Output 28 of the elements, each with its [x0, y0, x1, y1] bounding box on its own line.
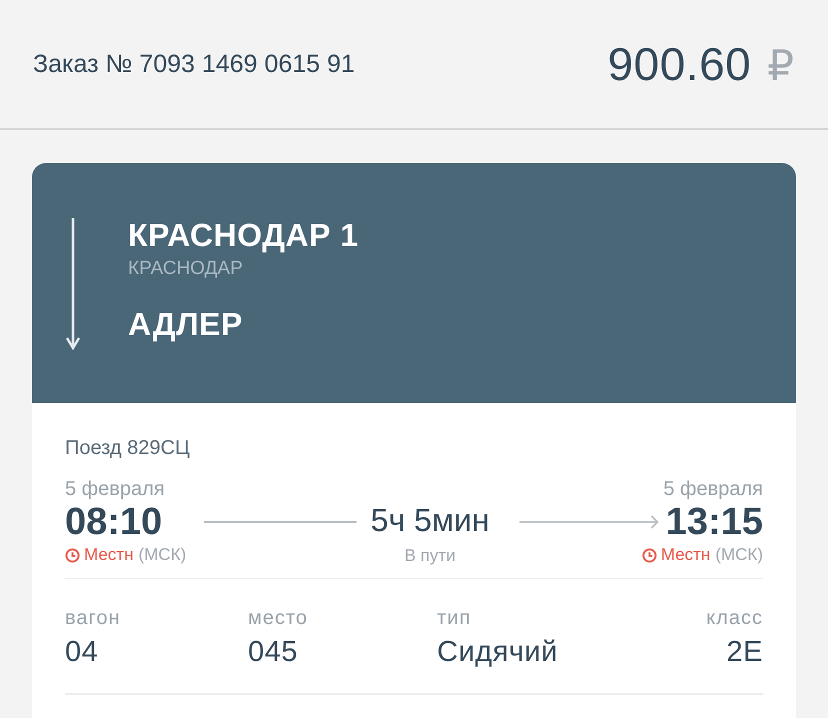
train-number: Поезд 829СЦ — [65, 436, 191, 460]
time-zone: (МСК) — [138, 545, 186, 565]
down-arrow-icon — [65, 218, 81, 350]
time-zone: (МСК) — [715, 545, 763, 565]
detail-value: 04 — [65, 636, 100, 669]
detail-label: место — [248, 607, 309, 630]
detail-value: Сидячий — [437, 636, 559, 669]
travel-duration: 5ч 5мин — [370, 501, 490, 540]
detail-value: 2Е — [726, 636, 763, 669]
time-zone-label: Местн — [660, 545, 710, 565]
order-number: Заказ № 7093 1469 0615 91 — [33, 50, 355, 78]
detail-value: 045 — [248, 636, 299, 669]
clock-icon — [65, 548, 80, 562]
time-zone-label: Местн — [84, 545, 134, 565]
detail-label: тип — [437, 607, 472, 630]
time: 13:15 — [666, 501, 763, 543]
station-name: АДЛЕР — [128, 306, 244, 343]
order-price: 900.60 — [608, 37, 752, 91]
clock-icon — [642, 548, 657, 562]
city-name: КРАСНОДАР — [128, 258, 244, 280]
date: 5 февраля — [65, 478, 166, 501]
date: 5 февраля — [663, 478, 763, 501]
station-name: КРАСНОДАР 1 — [128, 217, 358, 254]
detail-label: вагон — [65, 607, 122, 630]
detail-label: класс — [706, 607, 763, 630]
currency-sign: ₽ — [767, 41, 794, 90]
duration-label: В пути — [404, 546, 456, 566]
time: 08:10 — [65, 501, 164, 543]
